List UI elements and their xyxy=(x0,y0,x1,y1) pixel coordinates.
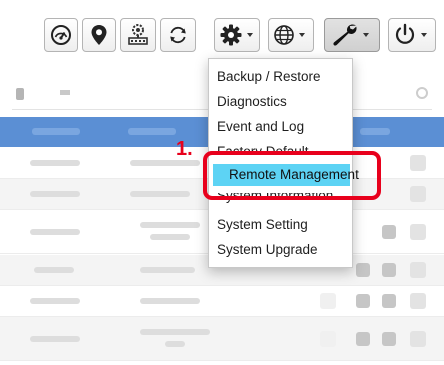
globe-icon xyxy=(274,25,294,45)
table-row[interactable] xyxy=(0,317,444,361)
step-number-label: 1. xyxy=(176,138,193,160)
drag-handle-icon xyxy=(16,88,24,100)
view-icon[interactable] xyxy=(356,263,370,277)
edit-icon[interactable] xyxy=(382,294,396,308)
menu-item-backup-restore[interactable]: Backup / Restore xyxy=(217,66,321,88)
menu-item-remote-management[interactable]: Remote Management xyxy=(213,164,359,186)
refresh-button[interactable] xyxy=(160,18,196,52)
edit-icon[interactable] xyxy=(382,263,396,277)
menu-item-system-upgrade[interactable]: System Upgrade xyxy=(217,239,318,261)
delete-icon[interactable] xyxy=(410,331,426,347)
delete-icon[interactable] xyxy=(410,293,426,309)
search-input[interactable] xyxy=(60,90,70,95)
network-dropdown-button[interactable] xyxy=(268,18,314,52)
devices-button[interactable] xyxy=(120,18,156,52)
dashboard-button[interactable] xyxy=(44,18,78,52)
edit-icon[interactable] xyxy=(382,225,396,239)
view-icon[interactable] xyxy=(356,294,370,308)
chevron-down-icon xyxy=(419,33,429,37)
power-icon xyxy=(395,23,415,44)
settings-dropdown-button[interactable] xyxy=(214,18,260,52)
menu-item-system-setting[interactable]: System Setting xyxy=(217,214,308,236)
maintenance-dropdown-button[interactable] xyxy=(324,18,380,52)
delete-icon[interactable] xyxy=(410,186,426,202)
delete-icon[interactable] xyxy=(410,262,426,278)
menu-item-diagnostics[interactable]: Diagnostics xyxy=(217,91,287,113)
view-icon[interactable] xyxy=(356,332,370,346)
dashboard-gauge-icon xyxy=(51,25,71,45)
location-pin-icon xyxy=(91,25,107,45)
power-dropdown-button[interactable] xyxy=(388,18,436,52)
menu-item-factory-default[interactable]: Factory Default xyxy=(217,141,309,152)
table-row[interactable] xyxy=(0,286,444,317)
chevron-down-icon xyxy=(297,33,307,37)
location-button[interactable] xyxy=(82,18,116,52)
refresh-icon xyxy=(170,26,186,44)
menu-item-event-and-log[interactable]: Event and Log xyxy=(217,116,304,138)
delete-icon[interactable] xyxy=(410,224,426,240)
edit-icon[interactable] xyxy=(382,332,396,346)
chevron-down-icon xyxy=(245,33,255,37)
wrench-icon xyxy=(333,24,357,46)
menu-item-system-information[interactable]: System Information xyxy=(217,193,333,205)
search-icon[interactable] xyxy=(416,87,428,99)
chevron-down-icon xyxy=(361,33,371,37)
delete-icon[interactable] xyxy=(410,155,426,171)
gear-icon xyxy=(220,24,242,46)
maintenance-dropdown-menu: Backup / Restore Diagnostics Event and L… xyxy=(208,58,359,268)
network-device-icon xyxy=(128,24,148,45)
